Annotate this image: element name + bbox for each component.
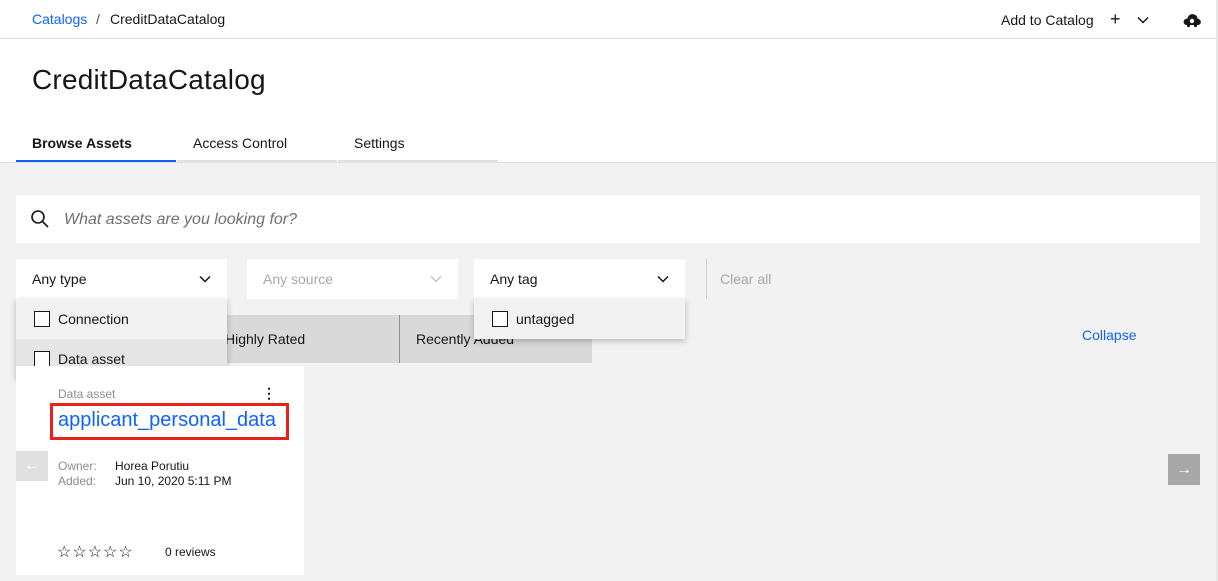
checkbox[interactable] [492,311,508,327]
star-rating-icon[interactable]: ☆☆☆☆☆ [57,542,134,562]
tab-settings[interactable]: Settings [338,124,498,162]
arrow-right-icon[interactable]: → [1168,454,1200,485]
added-label: Added: [58,474,97,488]
cloud-services-icon[interactable] [1182,11,1202,29]
sort-highly-rated[interactable]: Highly Rated [225,331,305,347]
search-icon [31,210,49,228]
owner-label: Owner: [58,459,97,473]
review-count: 0 reviews [165,545,216,559]
breadcrumb-current: CreditDataCatalog [110,11,226,27]
source-filter-dropdown[interactable]: Any source [247,259,458,299]
chevron-down-icon[interactable] [1136,13,1150,27]
breadcrumb-separator: / [96,11,100,27]
asset-type-label: Data asset [58,387,116,401]
page-title: CreditDataCatalog [32,64,266,95]
tag-filter-dropdown[interactable]: Any tag [474,259,685,299]
owner-value: Horea Porutiu [115,459,190,473]
asset-title-link[interactable]: applicant_personal_data [58,409,286,432]
added-value: Jun 10, 2020 5:11 PM [115,474,232,488]
chevron-down-icon [430,275,442,283]
add-to-catalog-button[interactable]: Add to Catalog [1001,12,1094,28]
checkbox[interactable] [34,351,50,367]
tab-browse-assets[interactable]: Browse Assets [16,124,176,162]
sort-divider [399,315,400,363]
type-option-connection[interactable]: Connection [16,299,227,339]
collapse-link[interactable]: Collapse [1082,327,1136,343]
tag-filter-menu: untagged [474,299,685,339]
type-filter-label: Any type [32,271,87,287]
source-filter-label: Any source [263,271,334,287]
option-label: Data asset [58,351,125,367]
clear-all-button[interactable]: Clear all [706,259,771,299]
tab-access-control[interactable]: Access Control [177,124,337,162]
option-label: untagged [516,311,575,327]
chevron-down-icon [657,275,669,283]
breadcrumb-catalogs-link[interactable]: Catalogs [32,11,87,27]
overflow-menu-icon[interactable]: ⋮ [262,386,276,400]
tag-option-untagged[interactable]: untagged [474,299,685,339]
option-label: Connection [58,311,129,327]
type-filter-dropdown[interactable]: Any type [16,259,227,299]
plus-icon[interactable]: + [1110,8,1121,30]
tag-filter-label: Any tag [490,271,538,287]
chevron-down-icon [199,275,211,283]
checkbox[interactable] [34,311,50,327]
arrow-left-icon[interactable]: ← [16,451,48,481]
search-placeholder: What assets are you looking for? [64,211,298,228]
